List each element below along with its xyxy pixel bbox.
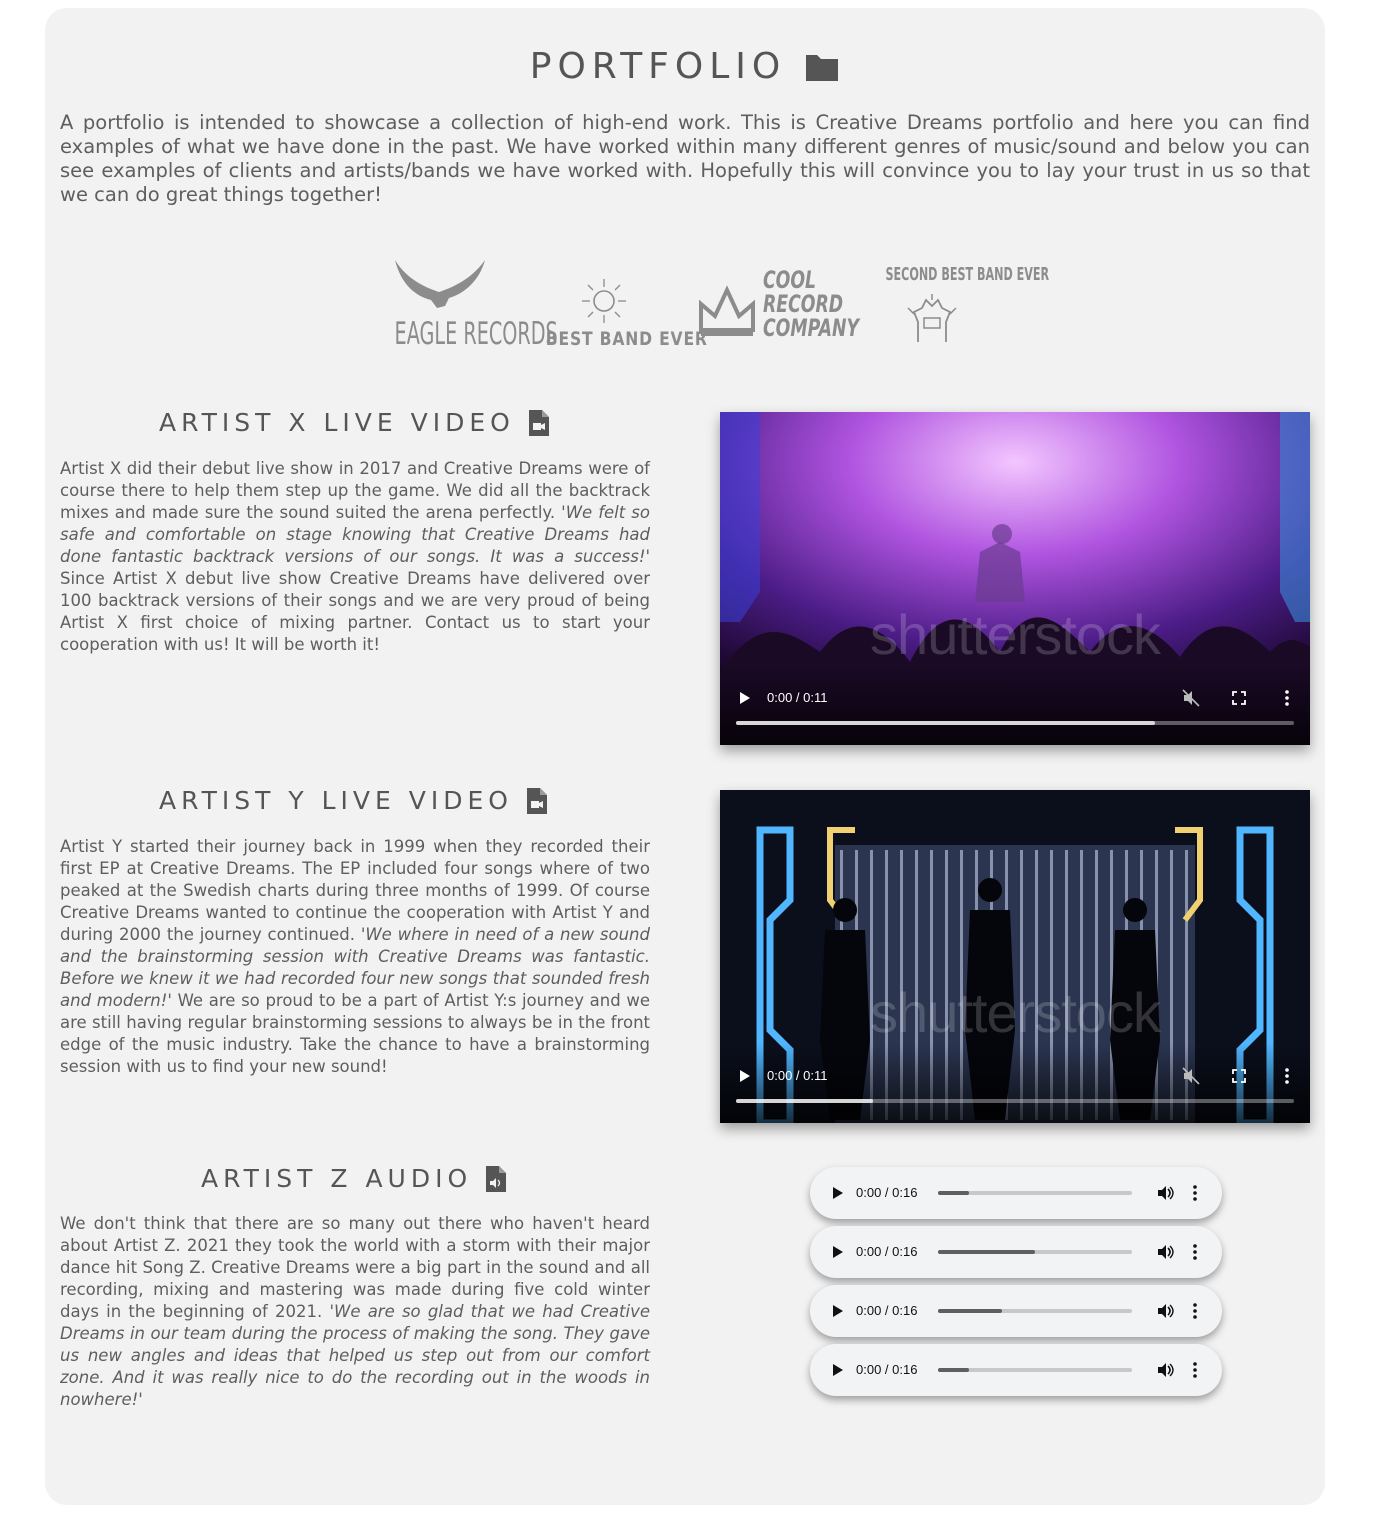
- artist-x-video-player[interactable]: shutterstock 0:00 / 0:11: [720, 412, 1310, 745]
- artist-y-video-player[interactable]: shutterstock 0:00 / 0:11: [720, 790, 1310, 1123]
- artist-x-description: Artist X did their debut live show in 20…: [60, 458, 650, 656]
- eagle-icon: [395, 260, 485, 308]
- video-time: 0:00 / 0:11: [767, 1068, 828, 1083]
- file-video-icon: [528, 409, 549, 436]
- artist-x-title-text: ARTIST X LIVE VIDEO: [159, 408, 515, 437]
- audio-player[interactable]: 0:00 / 0:16: [810, 1167, 1222, 1219]
- fist-icon: [907, 294, 957, 342]
- fullscreen-icon[interactable]: [1232, 1069, 1246, 1083]
- more-options-icon[interactable]: [1192, 1243, 1198, 1261]
- audio-progress-bar[interactable]: [938, 1191, 1132, 1195]
- logo-eagle-text: EAGLE RECORDS: [394, 316, 558, 352]
- volume-icon[interactable]: [1156, 1184, 1174, 1202]
- more-options-icon[interactable]: [1192, 1361, 1198, 1379]
- logo-cool-line-1: COOL: [763, 266, 817, 294]
- logo-second-best-band: SECOND BEST BAND EVER: [857, 264, 1050, 354]
- audio-progress-bar[interactable]: [938, 1250, 1132, 1254]
- more-options-icon[interactable]: [1284, 689, 1290, 707]
- video-progress-bar[interactable]: [736, 1099, 1294, 1103]
- more-options-icon[interactable]: [1192, 1302, 1198, 1320]
- artist-x-title: ARTIST X LIVE VIDEO: [159, 408, 549, 437]
- volume-icon[interactable]: [1156, 1243, 1174, 1261]
- video-controls: 0:00 / 0:11: [720, 1043, 1310, 1123]
- play-icon[interactable]: [832, 1245, 844, 1259]
- audio-player[interactable]: 0:00 / 0:16: [810, 1344, 1222, 1396]
- volume-muted-icon[interactable]: [1182, 1067, 1200, 1085]
- artist-z-description: We don't think that there are so many ou…: [60, 1213, 650, 1411]
- audio-buffered: [938, 1368, 970, 1372]
- audio-buffered: [938, 1309, 1003, 1313]
- fullscreen-icon[interactable]: [1232, 691, 1246, 705]
- artist-z-title-text: ARTIST Z AUDIO: [201, 1164, 473, 1193]
- artist-y-title-text: ARTIST Y LIVE VIDEO: [159, 786, 513, 815]
- file-video-icon: [526, 787, 547, 814]
- sun-icon: [582, 279, 626, 323]
- audio-buffered: [938, 1250, 1035, 1254]
- video-buffered: [736, 721, 1155, 725]
- logo-cool-record-company: COOL RECORD COMPANY: [697, 266, 859, 358]
- video-time: 0:00 / 0:11: [767, 690, 828, 705]
- play-icon[interactable]: [832, 1363, 844, 1377]
- logo-best-band-text: BEST BAND EVER: [545, 328, 708, 350]
- volume-muted-icon[interactable]: [1182, 689, 1200, 707]
- video-watermark: shutterstock: [870, 603, 1161, 666]
- play-icon[interactable]: [832, 1186, 844, 1200]
- logo-cool-text: COOL RECORD COMPANY: [763, 266, 859, 342]
- artist-y-title: ARTIST Y LIVE VIDEO: [159, 786, 547, 815]
- file-audio-icon: [486, 1165, 507, 1192]
- audio-progress-bar[interactable]: [938, 1309, 1132, 1313]
- audio-player[interactable]: 0:00 / 0:16: [810, 1285, 1222, 1337]
- logo-eagle-records: EAGLE RECORDS: [367, 258, 558, 358]
- audio-player[interactable]: 0:00 / 0:16: [810, 1226, 1222, 1278]
- audio-buffered: [938, 1191, 970, 1195]
- more-options-icon[interactable]: [1284, 1067, 1290, 1085]
- logo-second-best-text: SECOND BEST BAND EVER: [885, 264, 1050, 285]
- audio-progress-bar[interactable]: [938, 1368, 1132, 1372]
- video-progress-bar[interactable]: [736, 721, 1294, 725]
- artist-y-description: Artist Y started their journey back in 1…: [60, 836, 650, 1078]
- intro-paragraph: A portfolio is intended to showcase a co…: [60, 111, 1310, 206]
- crown-icon: [699, 285, 755, 336]
- client-logos: EAGLE RECORDS BEST BAND EVER COOL RECORD…: [45, 258, 1325, 368]
- video-controls: 0:00 / 0:11: [720, 665, 1310, 745]
- page-title-text: PORTFOLIO: [529, 46, 787, 87]
- page-title: PORTFOLIO: [45, 46, 1325, 87]
- logo-best-band-ever: BEST BAND EVER: [533, 278, 708, 358]
- more-options-icon[interactable]: [1192, 1184, 1198, 1202]
- folder-icon: [806, 54, 839, 81]
- audio-time: 0:00 / 0:16: [856, 1362, 918, 1377]
- video-buffered: [736, 1099, 873, 1103]
- video-watermark: shutterstock: [870, 981, 1161, 1044]
- volume-icon[interactable]: [1156, 1302, 1174, 1320]
- portfolio-card: PORTFOLIO A portfolio is intended to sho…: [45, 8, 1325, 1505]
- play-icon[interactable]: [832, 1304, 844, 1318]
- logo-cool-line-2: RECORD: [763, 290, 844, 318]
- artist-x-text-after: Since Artist X debut live show Creative …: [60, 569, 650, 654]
- play-icon[interactable]: [738, 1069, 752, 1083]
- play-icon[interactable]: [738, 691, 752, 705]
- volume-icon[interactable]: [1156, 1361, 1174, 1379]
- logo-cool-line-3: COMPANY: [763, 314, 859, 342]
- artist-z-title: ARTIST Z AUDIO: [201, 1164, 507, 1193]
- audio-time: 0:00 / 0:16: [856, 1303, 918, 1318]
- audio-time: 0:00 / 0:16: [856, 1185, 918, 1200]
- audio-time: 0:00 / 0:16: [856, 1244, 918, 1259]
